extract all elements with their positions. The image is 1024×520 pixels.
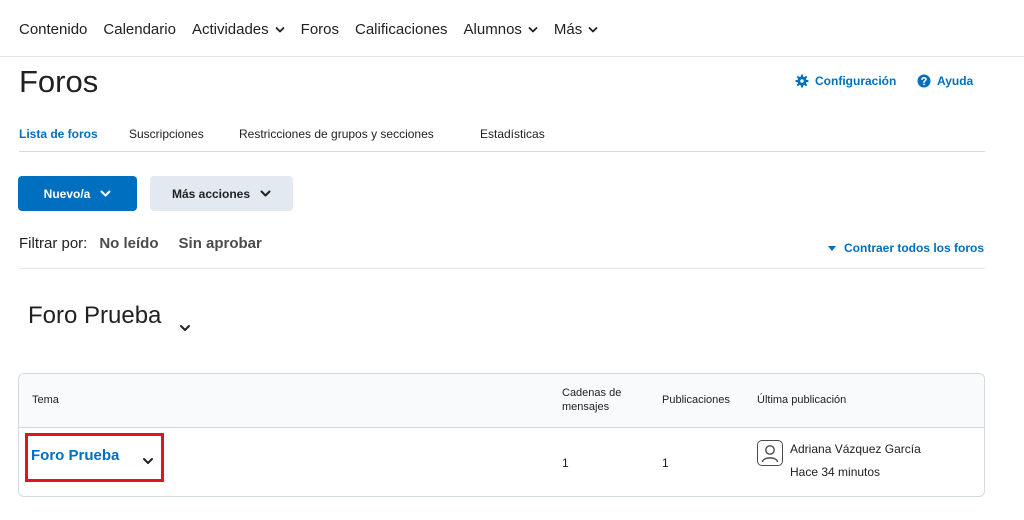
new-button[interactable]: Nuevo/a <box>18 176 137 211</box>
last-post-author: Adriana Vázquez García <box>790 442 921 456</box>
nav-item-label: Foros <box>300 21 339 38</box>
nav-item-label: Calificaciones <box>355 21 448 38</box>
last-post-time: Hace 34 minutos <box>790 465 881 479</box>
forum-title-text: Foro Prueba <box>28 302 162 329</box>
nav-item-label: Alumnos <box>463 21 522 38</box>
filter-unapproved[interactable]: Sin aprobar <box>179 235 262 252</box>
page-title: Foros <box>19 64 99 99</box>
collapse-all-link[interactable]: Contraer todos los foros <box>828 241 984 255</box>
tab-lista-de-foros[interactable]: Lista de foros <box>19 127 98 141</box>
column-header-posts: Publicaciones <box>662 394 730 406</box>
filter-label: Filtrar por: <box>19 235 88 252</box>
chevron-down-icon <box>528 25 538 35</box>
nav-item-calificaciones[interactable]: Calificaciones <box>355 21 448 38</box>
divider <box>19 268 985 269</box>
filter-bar: Filtrar por: No leído Sin aprobar <box>19 235 282 252</box>
tab-suscripciones[interactable]: Suscripciones <box>129 127 204 141</box>
column-header-topic: Tema <box>32 394 59 406</box>
chevron-down-icon <box>100 188 111 199</box>
column-header-threads-line1: Cadenas de <box>562 387 622 399</box>
help-label: Ayuda <box>937 74 974 88</box>
chevron-down-icon[interactable] <box>142 454 154 466</box>
collapse-all-label: Contraer todos los foros <box>844 241 985 255</box>
more-actions-button[interactable]: Más acciones <box>150 176 293 211</box>
nav-item-label: Calendario <box>103 21 176 38</box>
nav-item-alumnos[interactable]: Alumnos <box>464 21 538 38</box>
nav-item-actividades[interactable]: Actividades <box>192 21 285 38</box>
column-header-threads-line2: mensajes <box>562 401 610 413</box>
forum-tabs: Lista de foros Suscripciones Restriccion… <box>19 127 985 152</box>
chevron-down-icon <box>260 188 271 199</box>
filter-unread[interactable]: No leído <box>99 235 158 252</box>
help-link[interactable]: Ayuda <box>917 74 973 88</box>
topic-link[interactable]: Foro Prueba <box>31 447 119 464</box>
chevron-down-icon <box>275 25 285 35</box>
new-button-label: Nuevo/a <box>43 186 91 201</box>
nav-item-contenido[interactable]: Contenido <box>19 21 87 38</box>
nav-item-label: Actividades <box>191 21 269 38</box>
settings-label: Configuración <box>815 74 897 88</box>
tab-estadisticas[interactable]: Estadísticas <box>480 127 545 141</box>
forum-section-title: Foro Prueba <box>28 302 191 331</box>
chevron-down-icon <box>588 25 598 35</box>
more-actions-label: Más acciones <box>171 186 251 201</box>
settings-link[interactable]: Configuración <box>795 74 896 88</box>
column-header-last-post: Última publicación <box>757 394 847 406</box>
nav-item-mas[interactable]: Más <box>554 21 598 38</box>
table-header: Tema Cadenas de mensajes Publicaciones Ú… <box>19 374 984 428</box>
chevron-down-icon[interactable] <box>179 313 191 331</box>
tab-restricciones[interactable]: Restricciones de grupos y secciones <box>239 127 434 141</box>
nav-item-foros[interactable]: Foros <box>301 21 339 38</box>
gear-icon <box>795 74 809 88</box>
caret-down-icon <box>828 245 836 251</box>
help-circle-icon <box>917 74 931 88</box>
user-avatar-icon <box>757 440 783 466</box>
nav-item-label: Contenido <box>19 21 88 38</box>
course-navbar: Contenido Calendario Actividades Foros C… <box>0 0 1024 57</box>
threads-count: 1 <box>562 456 569 470</box>
nav-item-calendario[interactable]: Calendario <box>103 21 176 38</box>
topics-table: Tema Cadenas de mensajes Publicaciones Ú… <box>18 373 985 497</box>
posts-count: 1 <box>662 456 669 470</box>
nav-item-label: Más <box>553 21 583 38</box>
